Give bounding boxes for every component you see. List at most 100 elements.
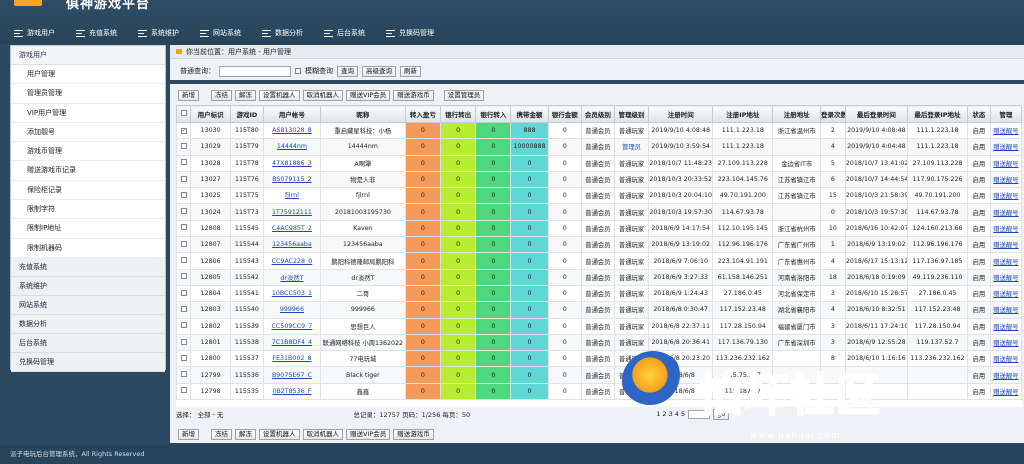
table-cell[interactable]: BS079115_2 <box>262 170 321 189</box>
table-cell[interactable]: 1T75912111 <box>262 203 321 221</box>
row-checkbox[interactable] <box>176 170 192 189</box>
select-all-link[interactable]: 全部 <box>198 409 211 419</box>
table-row[interactable]: 13024 115T73 1T75912111 20181003195730 0 0 0 0 0… <box>176 203 1022 221</box>
unfreeze-button-bottom[interactable]: 解冻 <box>235 429 256 440</box>
sidebar-group[interactable]: 充值系统 <box>11 257 165 277</box>
unfreeze-button[interactable]: 解冻 <box>235 90 256 101</box>
freeze-button[interactable]: 冻结 <box>211 90 232 101</box>
topnav-item[interactable]: 游戏用户 <box>14 26 55 40</box>
gift-vip-button-bottom[interactable]: 赠送VIP会员 <box>346 429 391 440</box>
table-row[interactable]: 12803 115540 999966 999966 0 0 0 0 0 普通会员 普通玩家 2018… <box>176 301 1022 319</box>
search-input[interactable] <box>219 65 291 77</box>
row-checkbox[interactable] <box>176 252 192 270</box>
table-cell[interactable]: 赠送靓号 <box>989 203 1022 221</box>
column-header[interactable]: 银行转出 <box>440 105 477 123</box>
column-header[interactable]: 银行金额 <box>547 105 582 123</box>
table-cell[interactable]: 赠送靓号 <box>989 284 1022 303</box>
table-cell[interactable]: CC9AC228_0 <box>262 252 321 270</box>
table-cell[interactable]: 赠送靓号 <box>989 301 1022 319</box>
column-header[interactable]: 银行转入 <box>475 105 512 123</box>
table-row[interactable]: 12808 115545 C4AC985T_2 Kaven 0 0 0 0 0 普通会员 普通玩家 2… <box>176 219 1022 238</box>
new-button[interactable]: 新增 <box>178 90 199 101</box>
advanced-query-button[interactable]: 高级查询 <box>362 65 396 77</box>
set-robot-button[interactable]: 设置机器人 <box>259 90 300 101</box>
row-checkbox[interactable] <box>176 366 192 384</box>
table-row[interactable]: 13027 115T76 BS079115_2 物是人非 0 0 0 0 0 普通会员 普通玩家 20… <box>176 170 1022 189</box>
sidebar-item[interactable]: VIP用户管理 <box>11 103 165 123</box>
select-none-link[interactable]: 无 <box>217 409 224 419</box>
column-header[interactable]: 携带金额 <box>510 105 549 123</box>
table-row[interactable]: 12804 115541 10BCC503_1 二哥 0 0 0 0 0 普通会员 普通玩家 2018… <box>176 284 1022 303</box>
topnav-item[interactable]: 充值系统 <box>76 26 117 40</box>
table-cell[interactable]: 赠送靓号 <box>989 236 1022 254</box>
row-checkbox[interactable] <box>176 236 192 254</box>
row-checkbox[interactable] <box>176 203 192 221</box>
row-checkbox[interactable] <box>176 154 192 172</box>
column-header[interactable]: 最后登录时间 <box>844 105 908 123</box>
table-row[interactable]: 12802 115539 CC509CC9_7 思想巨人 0 0 0 0 0 普通会员 普通玩家 20… <box>176 317 1022 335</box>
table-row[interactable]: 13029 115T79 14444nm 14444nm 0 0 0 10000888 0 普通会… <box>176 138 1022 156</box>
column-header[interactable]: 注册地址 <box>772 105 821 123</box>
table-row[interactable]: 13028 115T78 47X81886_3 A啊犟 0 0 0 0 0 普通会员 普通玩家 201… <box>176 154 1022 172</box>
table-cell[interactable]: 赠送靓号 <box>989 268 1022 286</box>
column-header[interactable]: 登录次数 <box>819 105 846 123</box>
table-cell[interactable]: 赠送靓号 <box>989 219 1022 238</box>
column-header[interactable]: 用户帐号 <box>262 105 321 123</box>
sidebar-group[interactable]: 后台系统 <box>11 333 165 353</box>
table-cell[interactable]: 14444nm <box>262 138 321 156</box>
table-cell[interactable]: FE31B002_8 <box>262 350 321 368</box>
table-cell[interactable]: 赠送靓号 <box>989 170 1022 189</box>
table-cell[interactable]: 123456aaba <box>262 236 321 254</box>
sidebar-item[interactable]: 游戏币管理 <box>11 142 165 162</box>
sidebar-item[interactable]: 限制字符 <box>11 200 165 220</box>
table-cell[interactable]: 赠送靓号 <box>989 252 1022 270</box>
select-all-checkbox[interactable] <box>176 105 192 123</box>
gift-vip-button[interactable]: 赠送VIP会员 <box>346 90 391 101</box>
row-checkbox[interactable] <box>176 350 192 368</box>
column-header[interactable]: 管理 <box>989 105 1022 123</box>
table-cell[interactable]: 赠送靓号 <box>989 154 1022 172</box>
table-row[interactable]: 12806 115543 CC9AC228_0 鹏阳科德隆邮局鹏阳科 0 0 0 0 0 普通会员… <box>176 252 1022 270</box>
row-checkbox[interactable] <box>176 138 192 156</box>
table-row[interactable]: ✓ 13030 115T80 AS813028_8 重启藏星科技：小杨 0 0 0 888 0 普通… <box>176 121 1022 140</box>
sidebar-group[interactable]: 数据分析 <box>11 314 165 334</box>
column-header[interactable]: 转入盈亏 <box>404 105 442 123</box>
table-cell[interactable]: 10BCC503_1 <box>262 284 321 303</box>
sidebar-group[interactable]: 网站系统 <box>11 295 165 315</box>
topnav-item[interactable]: 网站系统 <box>200 26 241 40</box>
column-header[interactable]: 注册IP地址 <box>712 105 774 123</box>
sidebar-item[interactable]: 添加靓号 <box>11 122 165 143</box>
topnav-item[interactable]: 兑换码管理 <box>386 26 434 40</box>
refresh-button[interactable]: 刷新 <box>400 65 421 77</box>
sidebar-group-game-user[interactable]: 游戏用户 <box>11 46 165 65</box>
query-button[interactable]: 查询 <box>337 65 358 77</box>
table-cell[interactable]: 赠送靓号 <box>989 317 1022 335</box>
table-cell[interactable]: 7C1B8DF4_4 <box>262 333 321 352</box>
table-row[interactable]: 12807 115544 123456aaba 123456aaba 0 0 0 0 0 普通会员… <box>176 236 1022 254</box>
table-cell[interactable]: 赠送靓号 <box>989 138 1022 156</box>
column-header[interactable]: 最后登录IP地址 <box>906 105 969 123</box>
sidebar-item[interactable]: 用户管理 <box>11 65 165 85</box>
sidebar-item[interactable]: 限制IP地址 <box>11 219 165 239</box>
sidebar-item[interactable]: 限制机器码 <box>11 238 165 258</box>
sidebar-group[interactable]: 系统维护 <box>11 276 165 296</box>
sidebar-item[interactable]: 管理员管理 <box>11 84 165 104</box>
column-header[interactable]: 状态 <box>967 105 991 123</box>
fuzzy-checkbox[interactable] <box>295 68 301 74</box>
cancel-robot-button[interactable]: 取消机器人 <box>302 90 343 101</box>
column-header[interactable]: 管理级别 <box>613 105 650 123</box>
row-checkbox[interactable] <box>176 187 192 205</box>
table-cell[interactable]: 赠送靓号 <box>989 187 1022 205</box>
topnav-item[interactable]: 系统维护 <box>138 26 179 40</box>
column-header[interactable]: 会员级别 <box>580 105 615 123</box>
table-cell[interactable]: fjlrnl <box>262 187 321 205</box>
row-checkbox[interactable] <box>176 284 192 303</box>
table-cell[interactable]: AS813028_8 <box>262 121 321 140</box>
row-checkbox[interactable] <box>176 219 192 238</box>
column-header[interactable]: 昵称 <box>319 105 406 123</box>
column-header[interactable]: 注册时间 <box>648 105 714 123</box>
table-cell[interactable]: 47X81886_3 <box>262 154 321 172</box>
set-admin-button[interactable]: 设置管理员 <box>443 90 485 101</box>
sidebar-group[interactable]: 兑换码管理 <box>11 352 165 372</box>
row-checkbox[interactable] <box>176 382 192 401</box>
